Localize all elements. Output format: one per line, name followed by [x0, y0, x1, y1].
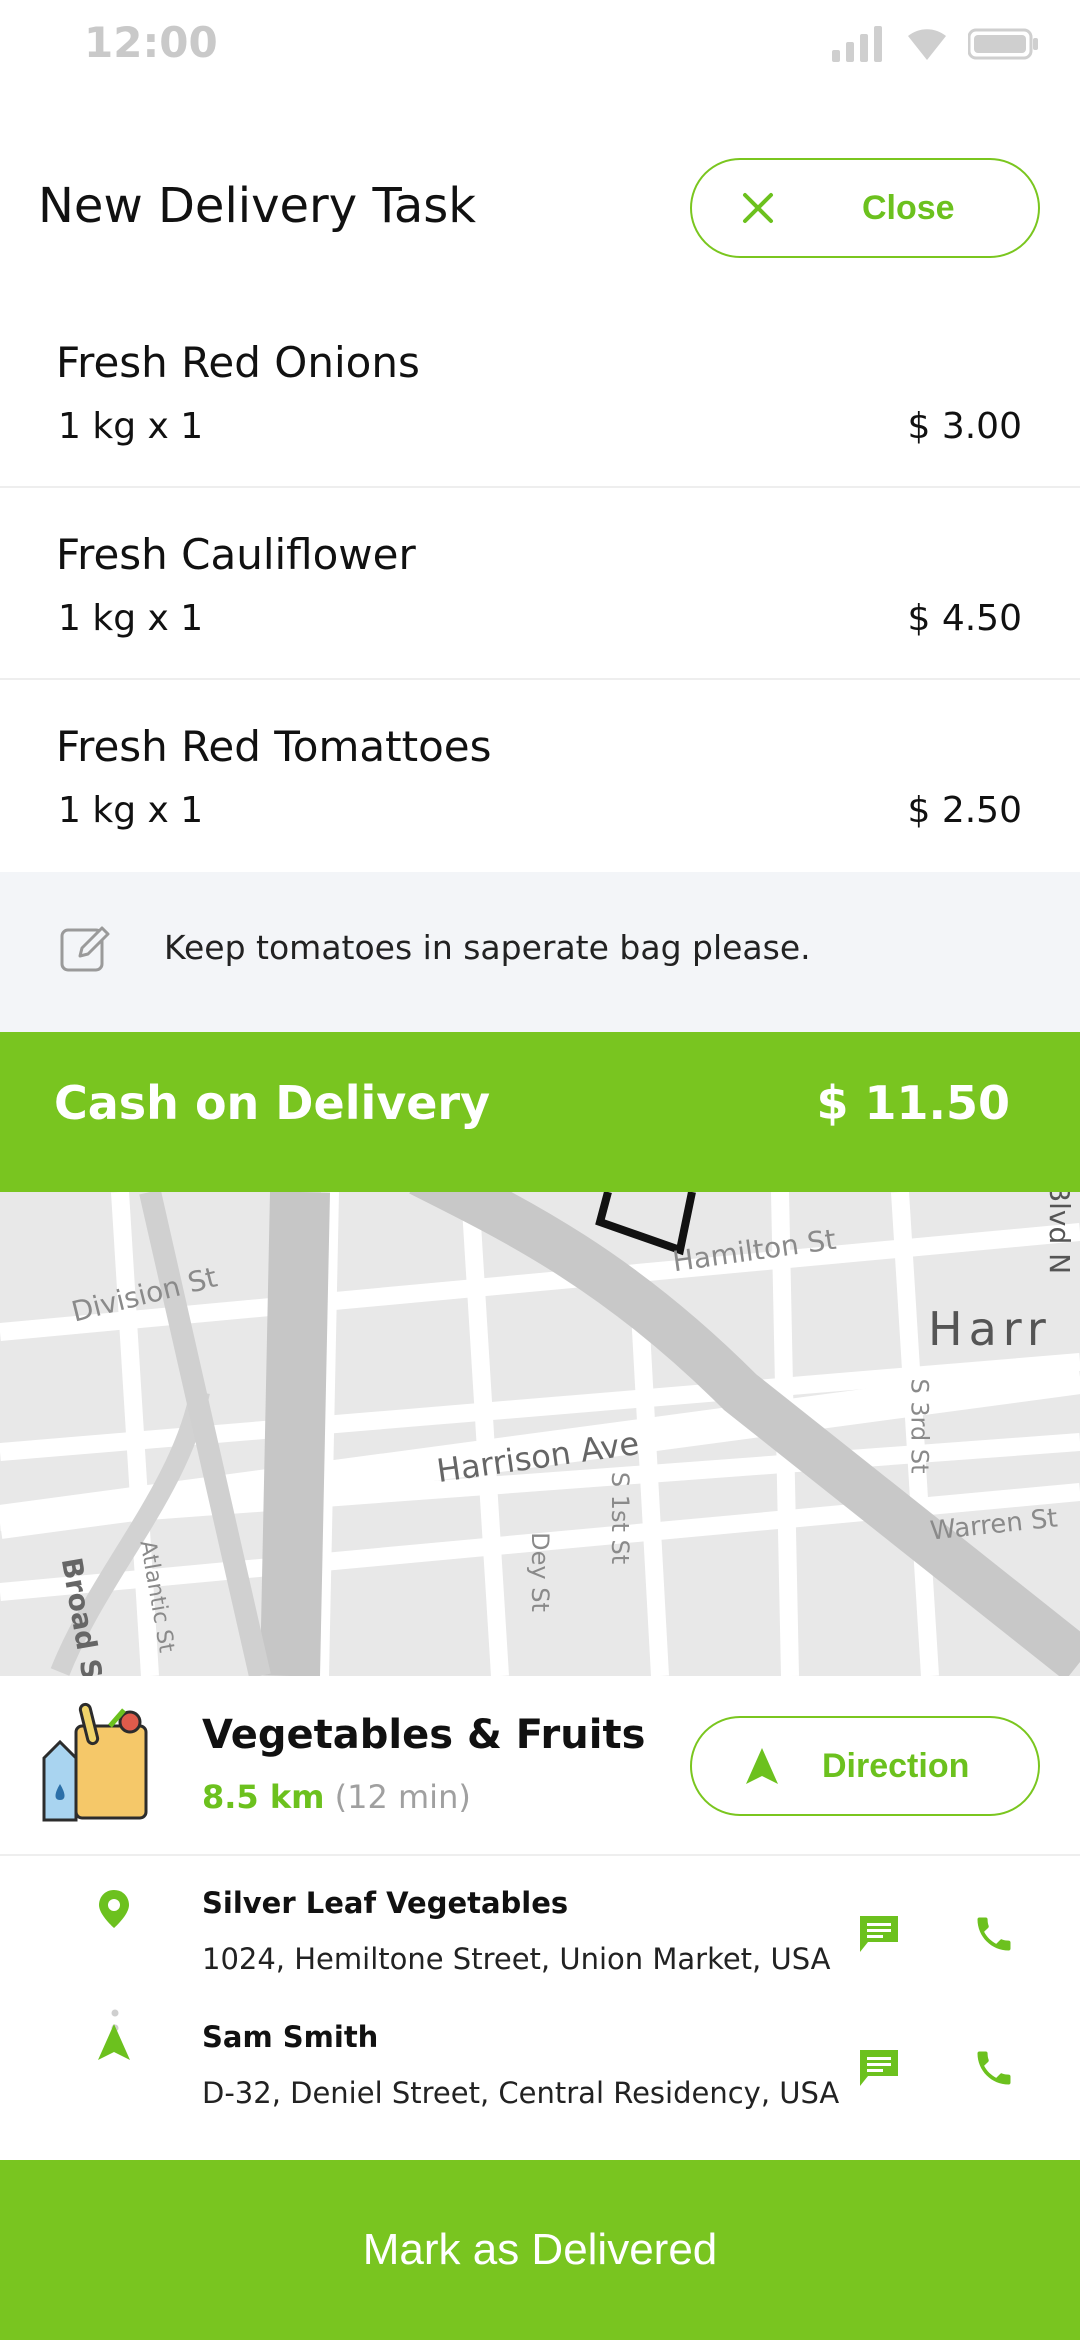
phone-icon[interactable] [972, 2046, 1016, 2094]
header: New Delivery Task Close [0, 150, 1080, 270]
order-item: Fresh Cauliflower 1 kg x 1 $ 4.50 [0, 490, 1080, 680]
contact-address: D-32, Deniel Street, Central Residency, … [202, 2076, 840, 2110]
contacts-list: Silver Leaf Vegetables 1024, Hemiltone S… [0, 1856, 1080, 2160]
distance-km: 8.5 km [202, 1778, 325, 1816]
map-view[interactable]: Division St Hamilton St Harrison Ave Har… [0, 1192, 1080, 1676]
store-distance: 8.5 km (12 min) [202, 1778, 471, 1816]
close-button[interactable]: Close [690, 158, 1040, 258]
status-icons [832, 26, 1040, 62]
customer-contact: Sam Smith D-32, Deniel Street, Central R… [0, 1990, 1080, 2120]
navigation-arrow-icon [96, 2022, 132, 2066]
item-name: Fresh Cauliflower [56, 530, 416, 579]
contact-name: Silver Leaf Vegetables [202, 1886, 569, 1920]
item-qty: 1 kg x 1 [58, 598, 204, 639]
pickup-contact: Silver Leaf Vegetables 1024, Hemiltone S… [0, 1856, 1080, 1986]
item-price: $ 3.00 [907, 406, 1022, 447]
order-note: Keep tomatoes in saperate bag please. [0, 872, 1080, 1032]
item-price: $ 4.50 [907, 598, 1022, 639]
phone-icon[interactable] [972, 1912, 1016, 1960]
close-icon [734, 191, 782, 225]
map-label: Dey St [525, 1532, 554, 1612]
direction-label: Direction [822, 1746, 970, 1785]
payment-amount: $ 11.50 [816, 1076, 1010, 1130]
order-item: Fresh Red Tomattoes 1 kg x 1 $ 2.50 [0, 682, 1080, 872]
page-title: New Delivery Task [38, 178, 477, 234]
payment-bar: Cash on Delivery $ 11.50 [0, 1032, 1080, 1192]
map-label: Blvd N [1043, 1192, 1077, 1275]
item-name: Fresh Red Tomattoes [56, 722, 492, 771]
status-bar: 12:00 [0, 0, 1080, 92]
battery-icon [968, 28, 1038, 60]
direction-button[interactable]: Direction [690, 1716, 1040, 1816]
order-item: Fresh Red Onions 1 kg x 1 $ 3.00 [0, 298, 1080, 488]
note-text: Keep tomatoes in saperate bag please. [164, 928, 811, 967]
mark-delivered-button[interactable]: Mark as Delivered [0, 2160, 1080, 2340]
wifi-icon [908, 29, 946, 60]
location-pin-icon [96, 1888, 132, 1934]
item-qty: 1 kg x 1 [58, 790, 204, 831]
map-label: S 3rd St [905, 1378, 934, 1474]
map-label: S 1st St [606, 1471, 635, 1565]
signal-icon [832, 26, 882, 62]
item-price: $ 2.50 [907, 790, 1022, 831]
close-label: Close [862, 188, 955, 227]
message-icon[interactable] [856, 2046, 902, 2094]
map-label: Harr [928, 1302, 1052, 1356]
item-qty: 1 kg x 1 [58, 406, 204, 447]
payment-method: Cash on Delivery [54, 1076, 491, 1130]
status-time: 12:00 [84, 18, 218, 67]
distance-eta: (12 min) [334, 1778, 471, 1816]
edit-note-icon [58, 920, 114, 980]
contact-name: Sam Smith [202, 2020, 379, 2054]
message-icon[interactable] [856, 1912, 902, 1960]
store-card: Vegetables & Fruits 8.5 km (12 min) Dire… [0, 1676, 1080, 1856]
store-category: Vegetables & Fruits [202, 1712, 646, 1758]
item-name: Fresh Red Onions [56, 338, 420, 387]
navigation-arrow-icon [742, 1746, 782, 1786]
grocery-bag-icon [40, 1696, 150, 1830]
contact-address: 1024, Hemiltone Street, Union Market, US… [202, 1942, 831, 1976]
